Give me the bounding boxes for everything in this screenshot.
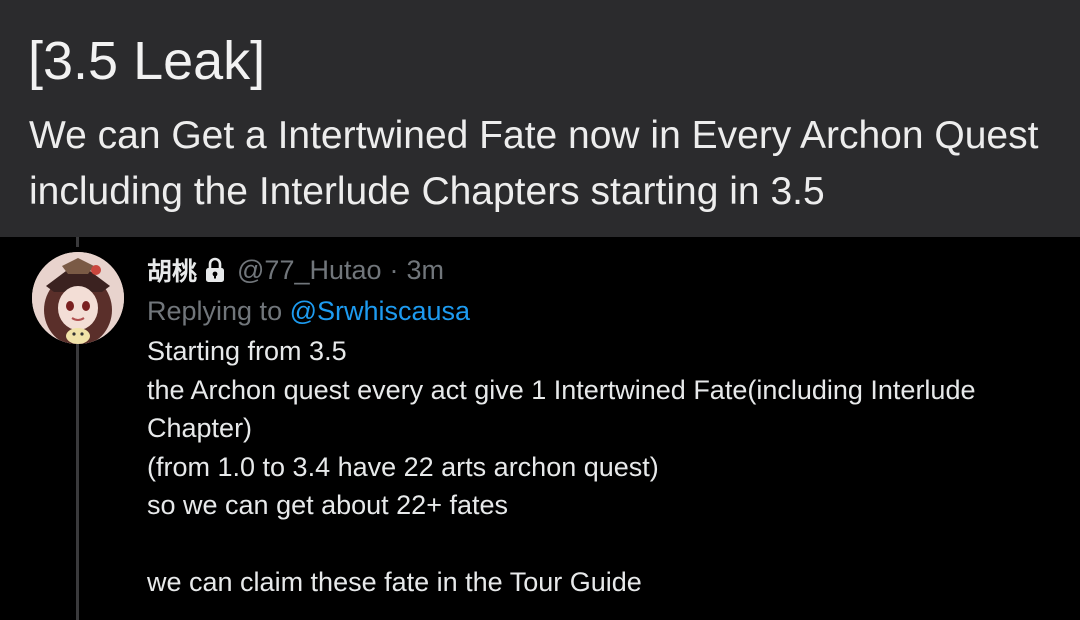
tweet-body-line: we can claim these fate in the Tour Guid… xyxy=(147,567,642,597)
replying-to-prefix: Replying to xyxy=(147,296,290,326)
caption-header: [3.5 Leak] We can Get a Intertwined Fate… xyxy=(0,0,1080,237)
author-handle[interactable]: @77_Hutao xyxy=(237,255,382,286)
tweet-body-line: Chapter) xyxy=(147,413,253,443)
tweet-timestamp[interactable]: 3m xyxy=(407,255,445,286)
lock-icon xyxy=(205,257,225,283)
thread-line xyxy=(76,342,79,620)
tweet-body-line: (from 1.0 to 3.4 have 22 arts archon que… xyxy=(147,451,659,482)
replying-to: Replying to @Srwhiscausa xyxy=(147,290,1067,332)
meta-separator: · xyxy=(389,254,399,285)
tweet: 胡桃 @77_Hutao · 3m Replying to @Srwhiscau… xyxy=(147,250,1067,602)
caption-title: [3.5 Leak] xyxy=(28,31,266,91)
avatar-image xyxy=(32,252,124,344)
avatar[interactable] xyxy=(32,252,124,344)
tweet-body: Starting from 3.5 the Archon quest every… xyxy=(147,332,1067,602)
replying-to-mention[interactable]: @Srwhiscausa xyxy=(290,296,470,326)
tweet-header: 胡桃 @77_Hutao · 3m xyxy=(147,250,1067,290)
tweet-body-line: so we can get about 22+ fates xyxy=(147,490,509,520)
tweet-body-line: Starting from 3.5 xyxy=(147,336,347,366)
tweet-body-line: the Archon quest every act give 1 Intert… xyxy=(147,374,976,405)
thread-line-top xyxy=(76,237,79,247)
tweet-body-line xyxy=(147,525,1067,564)
author-name[interactable]: 胡桃 xyxy=(147,252,197,288)
caption-subtitle: We can Get a Intertwined Fate now in Eve… xyxy=(29,114,1039,213)
